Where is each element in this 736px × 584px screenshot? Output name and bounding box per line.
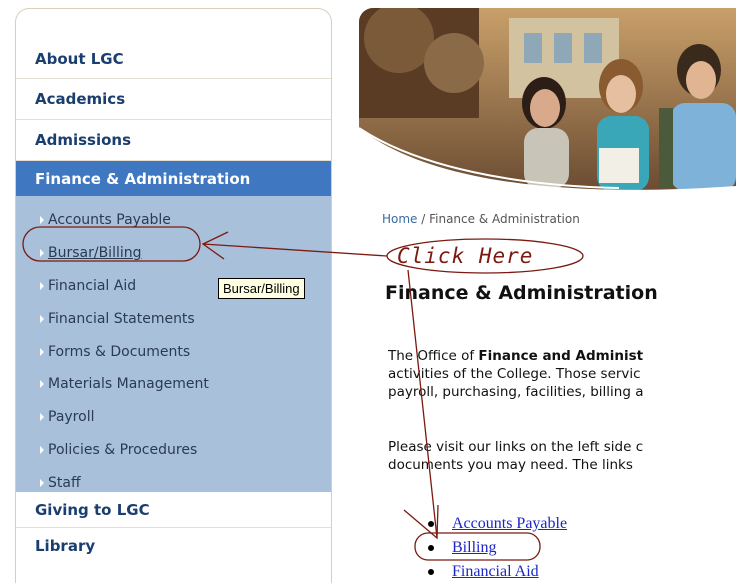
submenu-item-financial-statements[interactable]: Financial Statements bbox=[16, 302, 331, 335]
arrow-right-icon bbox=[40, 314, 44, 323]
page-title: Finance & Administration bbox=[385, 282, 658, 304]
finance-links-list: Accounts Payable Billing Financial Aid bbox=[428, 512, 567, 584]
nav-item-about[interactable]: About LGC bbox=[16, 39, 331, 79]
list-item: Financial Aid bbox=[428, 560, 567, 584]
arrow-right-icon bbox=[40, 281, 44, 290]
link-accounts-payable[interactable]: Accounts Payable bbox=[452, 515, 567, 533]
arrow-right-icon bbox=[40, 445, 44, 454]
link-billing[interactable]: Billing bbox=[452, 539, 496, 557]
arrow-right-icon bbox=[40, 413, 44, 422]
arrow-right-icon bbox=[40, 249, 44, 258]
arrow-right-icon bbox=[40, 380, 44, 389]
arrow-right-icon bbox=[40, 216, 44, 225]
click-here-annotation: Click Here bbox=[397, 244, 534, 268]
list-item: Accounts Payable bbox=[428, 512, 567, 536]
para1-bold-text: Finance and Administ bbox=[478, 348, 644, 364]
arrow-right-icon bbox=[40, 347, 44, 356]
nav-item-academics[interactable]: Academics bbox=[16, 79, 331, 120]
bullet-icon bbox=[428, 545, 434, 551]
breadcrumb-current: Finance & Administration bbox=[429, 212, 580, 226]
arrow-right-icon bbox=[40, 478, 44, 487]
para2-line: documents you may need. The links bbox=[388, 457, 633, 473]
breadcrumb-separator: / bbox=[417, 212, 430, 226]
breadcrumb: Home / Finance & Administration bbox=[382, 212, 580, 226]
submenu-item-materials-management[interactable]: Materials Management bbox=[16, 368, 331, 401]
submenu-item-staff[interactable]: Staff bbox=[16, 466, 331, 499]
para1-text: The Office of bbox=[388, 348, 479, 364]
submenu-item-forms-documents[interactable]: Forms & Documents bbox=[16, 335, 331, 368]
header-photo bbox=[359, 8, 736, 191]
para1-line: payroll, purchasing, facilities, billing… bbox=[388, 384, 644, 400]
nav-item-finance-administration[interactable]: Finance & Administration bbox=[16, 161, 331, 196]
finance-submenu: Accounts Payable Bursar/Billing Financia… bbox=[16, 196, 331, 492]
submenu-item-bursar-billing[interactable]: Bursar/Billing bbox=[16, 237, 331, 270]
link-financial-aid[interactable]: Financial Aid bbox=[452, 563, 539, 581]
submenu-item-payroll[interactable]: Payroll bbox=[16, 401, 331, 434]
submenu-item-policies-procedures[interactable]: Policies & Procedures bbox=[16, 434, 331, 467]
bullet-icon bbox=[428, 569, 434, 575]
submenu-item-accounts-payable[interactable]: Accounts Payable bbox=[16, 204, 331, 237]
intro-paragraph: The Office of Finance and Administ activ… bbox=[388, 347, 736, 401]
list-item: Billing bbox=[428, 536, 567, 560]
nav-item-admissions[interactable]: Admissions bbox=[16, 120, 331, 161]
nav-item-library[interactable]: Library bbox=[16, 528, 331, 564]
links-paragraph: Please visit our links on the left side … bbox=[388, 438, 736, 474]
para1-line: activities of the College. Those servic bbox=[388, 366, 641, 382]
tooltip: Bursar/Billing bbox=[218, 278, 305, 299]
breadcrumb-home-link[interactable]: Home bbox=[382, 212, 417, 226]
arrow-down-icon bbox=[407, 269, 438, 539]
para2-line: Please visit our links on the left side … bbox=[388, 439, 644, 455]
bullet-icon bbox=[428, 521, 434, 527]
